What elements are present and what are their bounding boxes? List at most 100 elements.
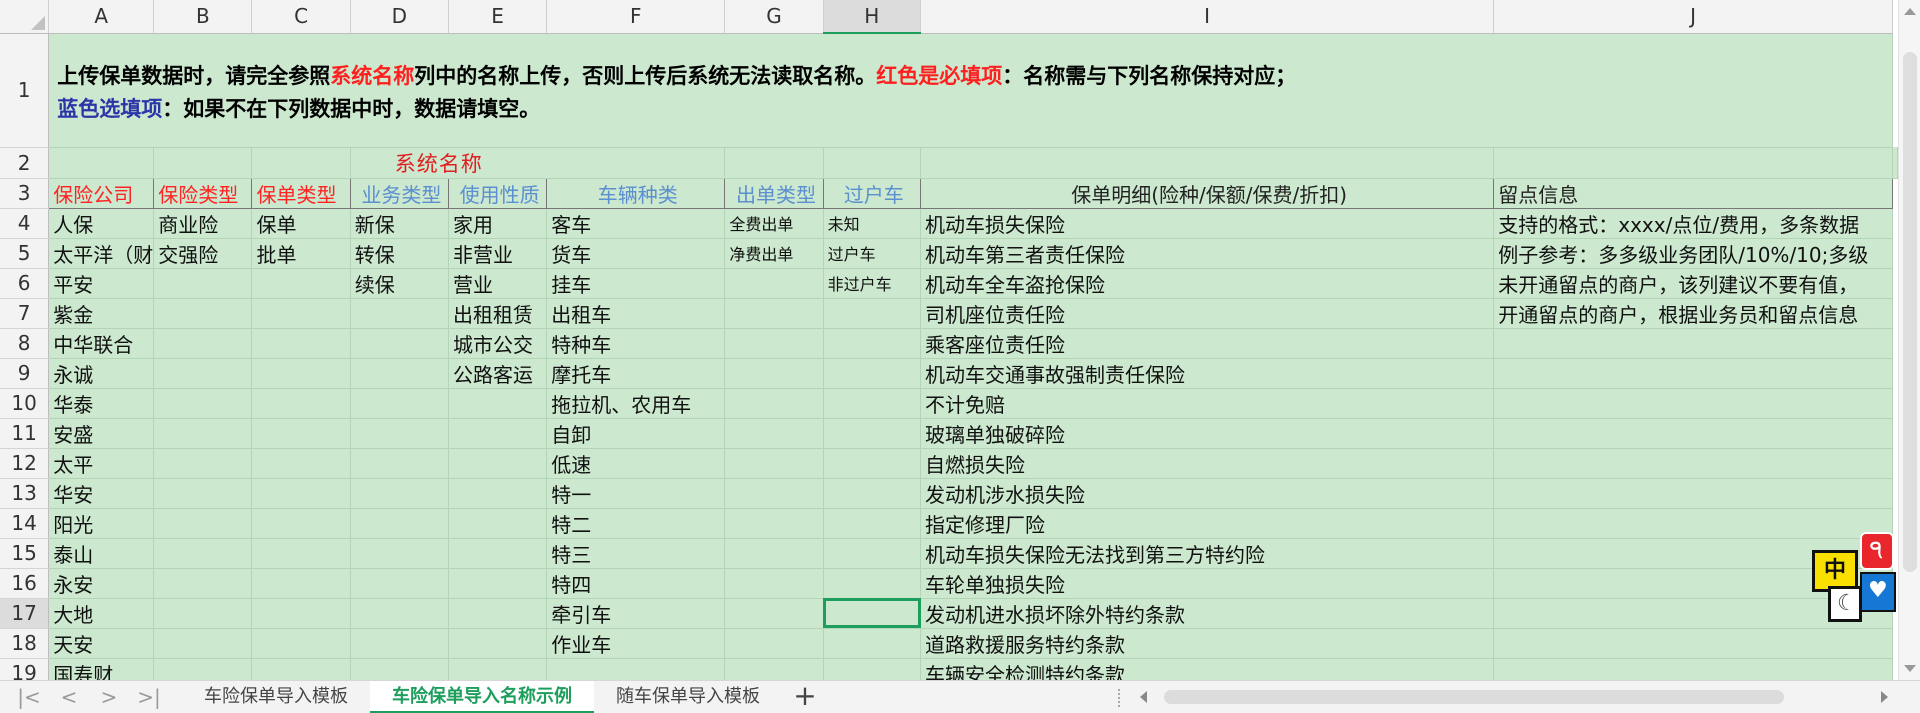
cell-e[interactable] xyxy=(448,508,548,539)
cell-i[interactable]: 指定修理厂险 xyxy=(920,508,1495,539)
cell-c[interactable] xyxy=(251,448,351,479)
ime-location-icon[interactable]: ੧ xyxy=(1860,532,1894,570)
cell-c[interactable] xyxy=(251,478,351,509)
row-header[interactable]: 11 xyxy=(0,418,50,449)
cell-a[interactable]: 中华联合 xyxy=(48,328,155,359)
cell-i[interactable]: 车轮单独损失险 xyxy=(920,568,1495,599)
row-header[interactable]: 8 xyxy=(0,328,50,359)
cell-e[interactable] xyxy=(448,538,548,569)
row-header[interactable]: 7 xyxy=(0,298,50,329)
cell-b[interactable] xyxy=(153,328,253,359)
cell-h[interactable] xyxy=(823,388,922,419)
row-header[interactable]: 12 xyxy=(0,448,50,479)
cell-b[interactable] xyxy=(153,598,253,629)
system-name-title-cell[interactable]: 系统名称 xyxy=(350,147,726,179)
cell-f[interactable]: 特二 xyxy=(546,508,726,539)
cell-g[interactable] xyxy=(724,388,824,419)
cell[interactable] xyxy=(724,147,824,179)
cell-g[interactable] xyxy=(724,478,824,509)
cell[interactable] xyxy=(153,147,253,179)
cell-i[interactable]: 玻璃单独破碎险 xyxy=(920,418,1495,449)
cell-j[interactable]: 支持的格式：xxxx/点位/费用，多条数据 xyxy=(1493,208,1893,239)
column-header-a[interactable]: A xyxy=(48,0,155,34)
tab-vehicle-policy-template[interactable]: 随车保单导入模板 xyxy=(598,681,778,713)
header-policy-type-cell[interactable]: 保单类型 xyxy=(251,177,351,209)
cell-c[interactable] xyxy=(251,388,351,419)
cell-d[interactable] xyxy=(350,418,449,449)
cell-f[interactable]: 作业车 xyxy=(546,628,726,659)
cell[interactable] xyxy=(823,147,922,179)
cell-b[interactable] xyxy=(153,658,253,680)
cell-g[interactable] xyxy=(724,628,824,659)
cell-i[interactable]: 发动机进水损坏除外特约条款 xyxy=(920,598,1495,629)
scroll-right-icon[interactable] xyxy=(1881,691,1888,703)
cell-e[interactable] xyxy=(448,628,548,659)
cell-h[interactable] xyxy=(823,628,922,659)
header-business-type-cell[interactable]: 业务类型 xyxy=(349,177,449,209)
cell-d[interactable]: 续保 xyxy=(350,268,449,299)
cell-d[interactable] xyxy=(350,298,449,329)
row-header[interactable]: 5 xyxy=(0,238,50,269)
cell-b[interactable] xyxy=(153,298,253,329)
horizontal-scrollbar[interactable] xyxy=(1134,687,1894,707)
column-header-b[interactable]: B xyxy=(153,0,253,34)
cell-a[interactable]: 华安 xyxy=(48,478,155,509)
cell-i[interactable]: 乘客座位责任险 xyxy=(920,328,1495,359)
cell-f[interactable]: 客车 xyxy=(546,208,726,239)
cell-a[interactable]: 大地 xyxy=(48,598,155,629)
cell-e[interactable] xyxy=(448,478,548,509)
cell-g[interactable]: 净费出单 xyxy=(724,238,824,269)
row-header[interactable]: 2 xyxy=(0,147,50,179)
cell-i[interactable]: 机动车损失保险 xyxy=(920,208,1495,239)
ime-moon-icon[interactable]: ☾ xyxy=(1828,586,1862,622)
cell-j[interactable] xyxy=(1493,328,1893,359)
cell-e[interactable] xyxy=(448,568,548,599)
cell-g[interactable] xyxy=(724,298,824,329)
cell-c[interactable] xyxy=(251,328,351,359)
cell-j[interactable]: 例子参考：多多级业务团队/10%/10;多级 xyxy=(1493,238,1893,269)
cell-e[interactable]: 非营业 xyxy=(448,238,548,269)
spreadsheet-grid[interactable]: A B C D E F G H I J 1 上传保单数据时，请完全参照系统名称列… xyxy=(0,0,1898,680)
cell-c[interactable] xyxy=(251,268,351,299)
ime-toolbar[interactable]: ੧ 中 ♥ ☾ xyxy=(1810,532,1896,624)
column-header-g[interactable]: G xyxy=(724,0,824,34)
cell-g[interactable] xyxy=(724,418,824,449)
cell-c[interactable] xyxy=(251,538,351,569)
cell-h[interactable] xyxy=(823,328,922,359)
cell-f[interactable]: 摩托车 xyxy=(546,358,726,389)
cell-a[interactable]: 泰山 xyxy=(48,538,155,569)
add-sheet-button[interactable]: + xyxy=(790,681,820,713)
cell-b[interactable] xyxy=(153,568,253,599)
row-header[interactable]: 15 xyxy=(0,538,50,569)
cell-j[interactable] xyxy=(1493,658,1893,680)
cell-j[interactable]: 未开通留点的商户，该列建议不要有值， xyxy=(1493,268,1893,299)
ime-skin-icon[interactable]: ♥ xyxy=(1860,572,1896,612)
cell-f[interactable]: 特三 xyxy=(546,538,726,569)
cell-c[interactable]: 批单 xyxy=(251,238,351,269)
cell-c[interactable] xyxy=(251,568,351,599)
column-header-d[interactable]: D xyxy=(350,0,449,34)
cell-c[interactable] xyxy=(251,598,351,629)
cell-c[interactable] xyxy=(251,658,351,680)
cell-e[interactable]: 城市公交 xyxy=(448,328,548,359)
cell-e[interactable]: 公路客运 xyxy=(448,358,548,389)
cell-h[interactable]: 过户车 xyxy=(823,238,922,269)
row-header[interactable]: 19 xyxy=(0,658,50,680)
cell-a[interactable]: 平安 xyxy=(48,268,155,299)
cell-c[interactable] xyxy=(251,298,351,329)
cell-f[interactable]: 挂车 xyxy=(546,268,726,299)
cell-c[interactable] xyxy=(251,628,351,659)
cell-b[interactable] xyxy=(153,358,253,389)
cell-b[interactable]: 商业险 xyxy=(153,208,253,239)
cell-e[interactable] xyxy=(448,598,548,629)
cell-j[interactable]: 开通留点的商户，根据业务员和留点信息 xyxy=(1493,298,1893,329)
cell-d[interactable] xyxy=(350,538,449,569)
column-header-j[interactable]: J xyxy=(1493,0,1893,34)
cell-j[interactable] xyxy=(1493,478,1893,509)
row-header[interactable]: 10 xyxy=(0,388,50,419)
cell-i[interactable]: 机动车交通事故强制责任保险 xyxy=(920,358,1495,389)
cell-h[interactable] xyxy=(823,658,922,680)
tab-car-policy-template[interactable]: 车险保单导入模板 xyxy=(186,681,366,713)
cell-i[interactable]: 司机座位责任险 xyxy=(920,298,1495,329)
header-retention-info-cell[interactable]: 留点信息 xyxy=(1493,177,1893,209)
